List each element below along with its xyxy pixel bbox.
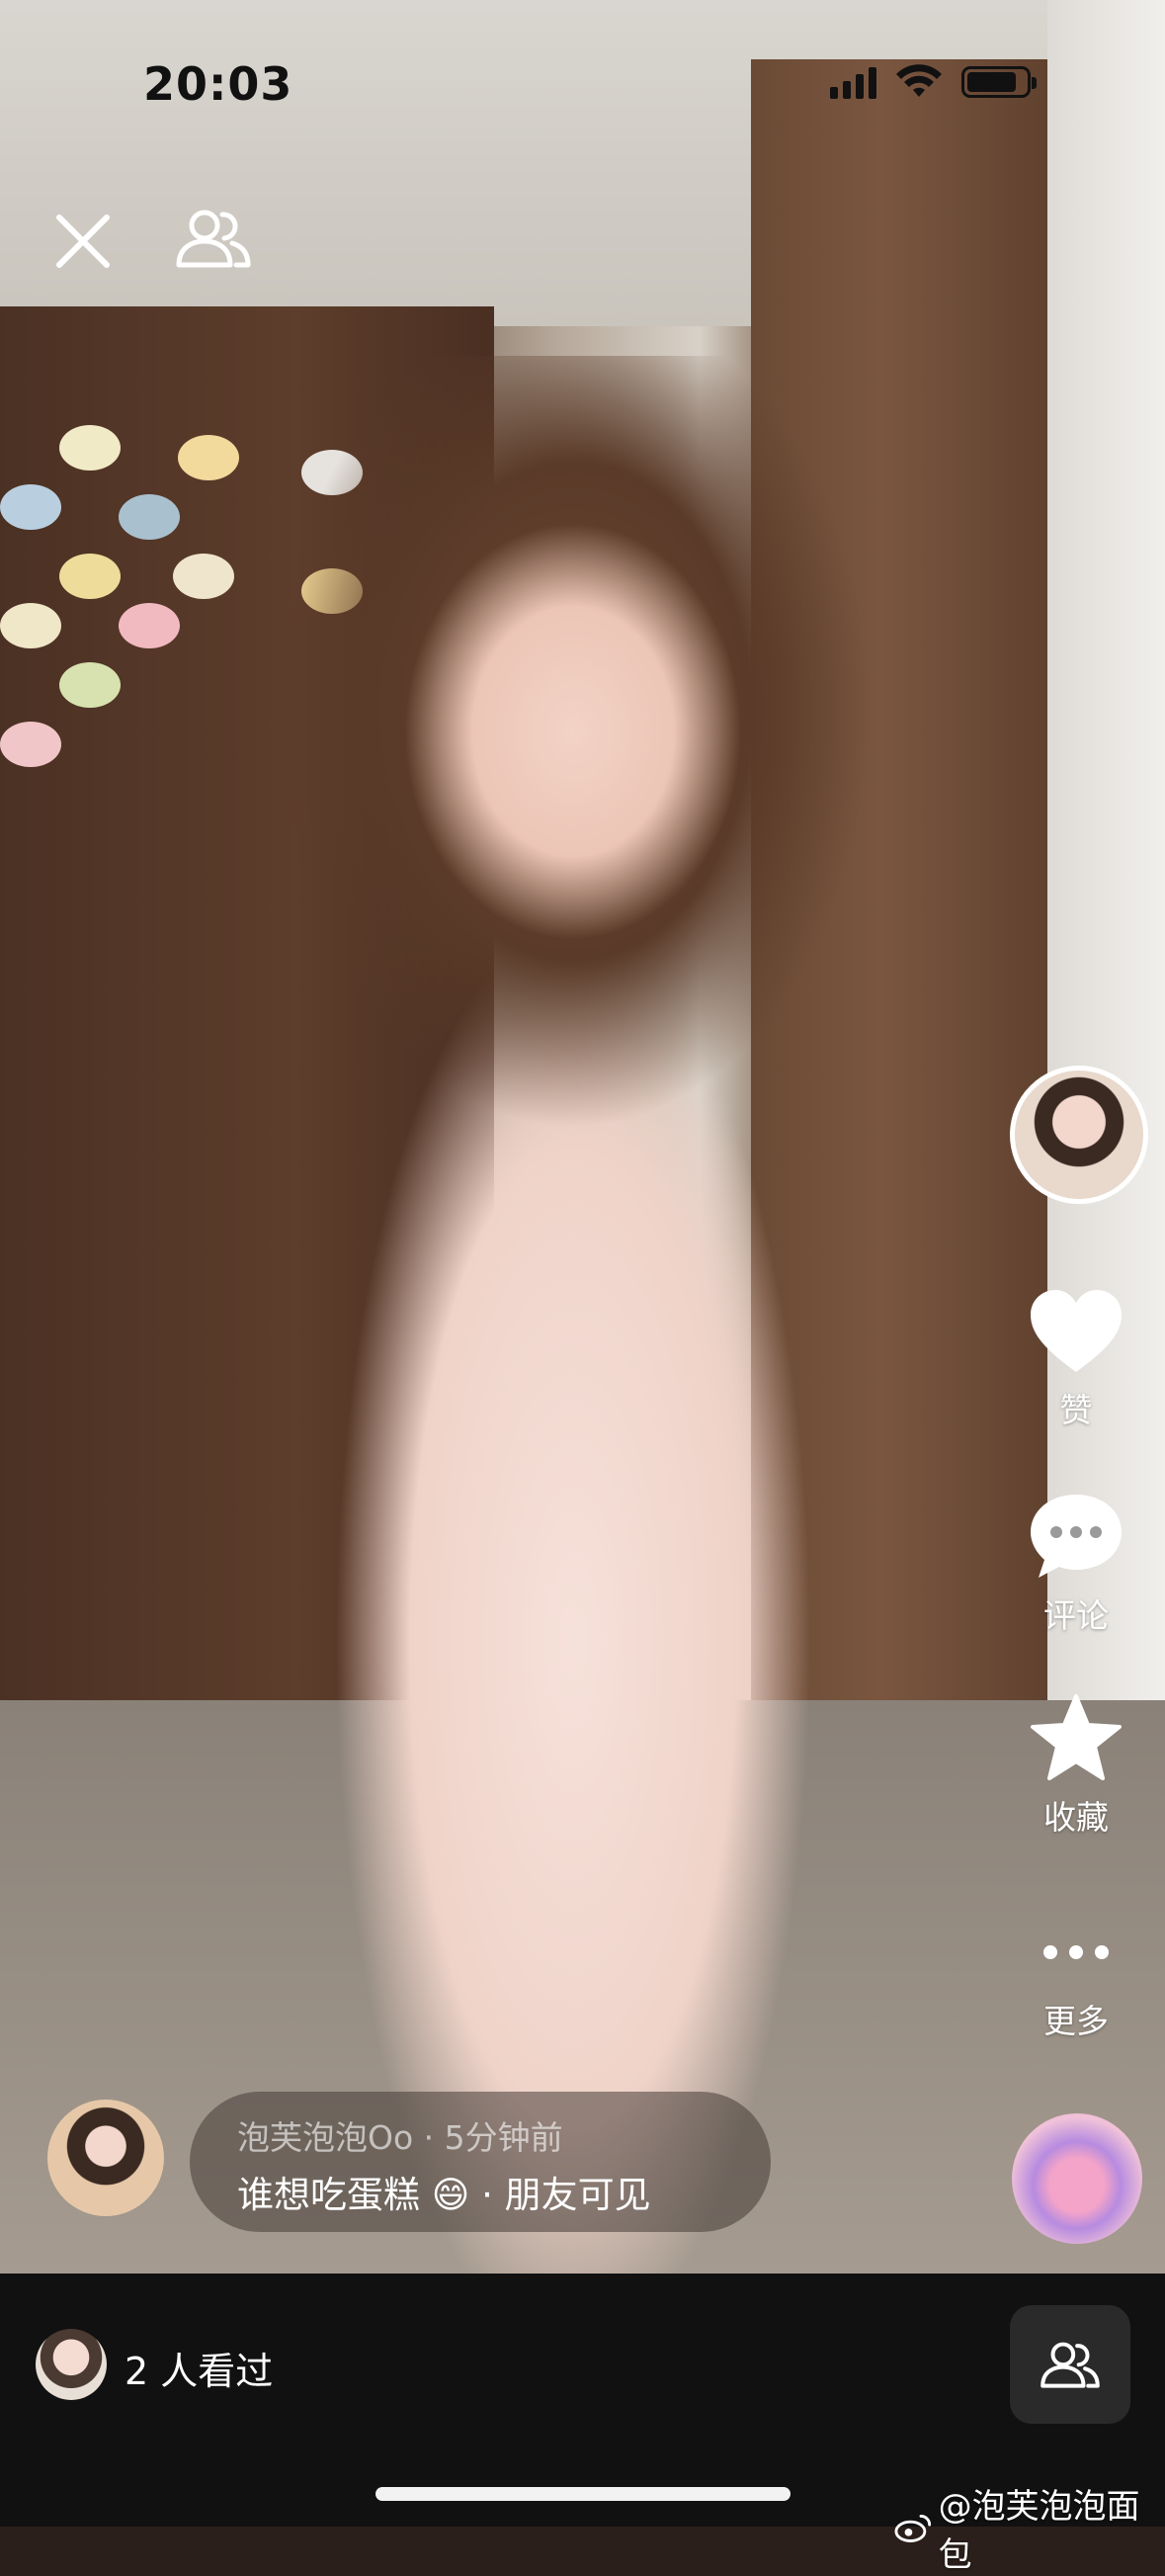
- comment-bubble[interactable]: 泡芙泡泡Oo · 5分钟前 谁想吃蛋糕 😄 · 朋友可见: [190, 2092, 771, 2232]
- commenter-avatar[interactable]: [47, 2100, 164, 2216]
- close-icon[interactable]: [51, 210, 115, 273]
- author-avatar[interactable]: [1010, 1066, 1148, 1204]
- cloud-decoration: [59, 554, 121, 599]
- signal-icon: [830, 65, 876, 99]
- wifi-icon: [896, 64, 942, 97]
- viewer-avatar[interactable]: [36, 2329, 107, 2400]
- viewers-count[interactable]: 2 人看过: [125, 2341, 273, 2395]
- watermark: @泡芙泡泡面包: [894, 2479, 1165, 2576]
- comment-meta: 泡芙泡泡Oo · 5分钟前: [237, 2118, 563, 2157]
- favorite-action[interactable]: 收藏: [987, 1692, 1165, 1839]
- comment-emoji: 😄: [431, 2174, 470, 2216]
- like-label: 赞: [1059, 1391, 1093, 1429]
- watermark-text: @泡芙泡泡面包: [938, 2487, 1140, 2575]
- like-action[interactable]: 赞: [987, 1287, 1165, 1431]
- status-time: 20:03: [143, 57, 293, 111]
- cloud-decoration: [59, 662, 121, 708]
- friends-icon[interactable]: [173, 206, 254, 273]
- more-action[interactable]: 更多: [987, 1918, 1165, 2042]
- cloud-decoration: [119, 494, 180, 540]
- video-subject: [198, 356, 949, 2274]
- status-icons: [830, 63, 1037, 101]
- home-indicator[interactable]: [375, 2487, 791, 2501]
- battery-level: [967, 72, 1017, 92]
- comment-label: 评论: [1043, 1596, 1109, 1635]
- comment-text-row: 谁想吃蛋糕 😄 · 朋友可见: [237, 2165, 651, 2218]
- cloud-decoration: [0, 722, 61, 767]
- cloud-decoration: [0, 603, 61, 648]
- comment-visibility: · 朋友可见: [481, 2174, 651, 2216]
- comment-bubble-icon: [1031, 1495, 1122, 1578]
- favorite-label: 收藏: [1043, 1798, 1109, 1837]
- weibo-icon: [894, 2514, 932, 2542]
- music-disc[interactable]: [1012, 2113, 1142, 2244]
- comment-action[interactable]: 评论: [987, 1491, 1165, 1637]
- battery-icon: [961, 66, 1037, 98]
- more-dots-icon: [1043, 1945, 1109, 1959]
- cloud-decoration: [119, 603, 180, 648]
- cloud-decoration: [0, 484, 61, 530]
- comment-text: 谁想吃蛋糕: [237, 2174, 420, 2216]
- star-icon: [1031, 1694, 1122, 1780]
- more-label: 更多: [1043, 2002, 1109, 2040]
- people-icon: [1040, 2342, 1100, 2388]
- heart-icon: [1031, 1290, 1122, 1372]
- cloud-decoration: [59, 425, 121, 471]
- friends-list-button[interactable]: [1010, 2305, 1130, 2424]
